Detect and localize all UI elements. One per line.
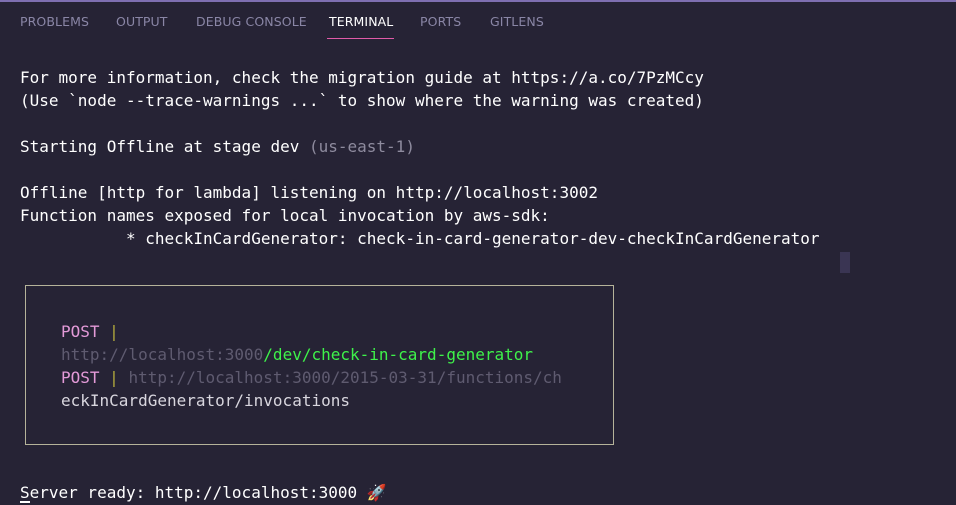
route1-separator: | [99, 322, 119, 341]
starting-text: Starting Offline at stage dev [20, 137, 309, 156]
prompt-cursor [20, 501, 30, 503]
tab-terminal[interactable]: TERMINAL [329, 14, 393, 29]
route1-path: /dev/check-in-card-generator [263, 345, 534, 364]
route2-base-url: http://localhost:3000/2015-03-31/functio… [128, 368, 562, 387]
tab-debug-console[interactable]: DEBUG CONSOLE [196, 14, 307, 29]
terminal-line-listening: Offline [http for lambda] listening on h… [20, 183, 598, 202]
tab-problems[interactable]: PROBLEMS [20, 14, 89, 29]
terminal-cursor-block [840, 252, 850, 273]
route1-base-url: http://localhost:3000 [61, 345, 264, 364]
terminal-line-migration: For more information, check the migratio… [20, 68, 704, 87]
route2-header: POST | http://localhost:3000/2015-03-31/… [61, 366, 562, 389]
terminal-line-starting: Starting Offline at stage dev (us-east-1… [20, 135, 415, 158]
route2-path-rest: eckInCardGenerator/invocations [61, 391, 350, 410]
route1-url: http://localhost:3000/dev/check-in-card-… [61, 343, 533, 366]
route1-method: POST [61, 322, 100, 341]
panel-tab-bar: PROBLEMS OUTPUT DEBUG CONSOLE TERMINAL P… [0, 2, 956, 42]
route2-method: POST [61, 368, 100, 387]
tab-output[interactable]: OUTPUT [116, 14, 168, 29]
active-tab-indicator [327, 38, 394, 39]
tab-ports[interactable]: PORTS [420, 14, 461, 29]
route2-url-continued: eckInCardGenerator/invocations [61, 389, 350, 412]
server-ready-line: Server ready: http://localhost:3000 🚀 [20, 483, 387, 502]
terminal-line-function-names: Function names exposed for local invocat… [20, 206, 550, 225]
tab-gitlens[interactable]: GITLENS [490, 14, 544, 29]
route1-header: POST | [61, 320, 119, 343]
region-text: (us-east-1) [308, 137, 415, 156]
route2-separator: | [99, 368, 129, 387]
routes-box: POST | http://localhost:3000/dev/check-i… [25, 285, 614, 445]
terminal-line-trace: (Use `node --trace-warnings ...` to show… [20, 91, 704, 110]
terminal-line-function-item: * checkInCardGenerator: check-in-card-ge… [20, 229, 820, 248]
